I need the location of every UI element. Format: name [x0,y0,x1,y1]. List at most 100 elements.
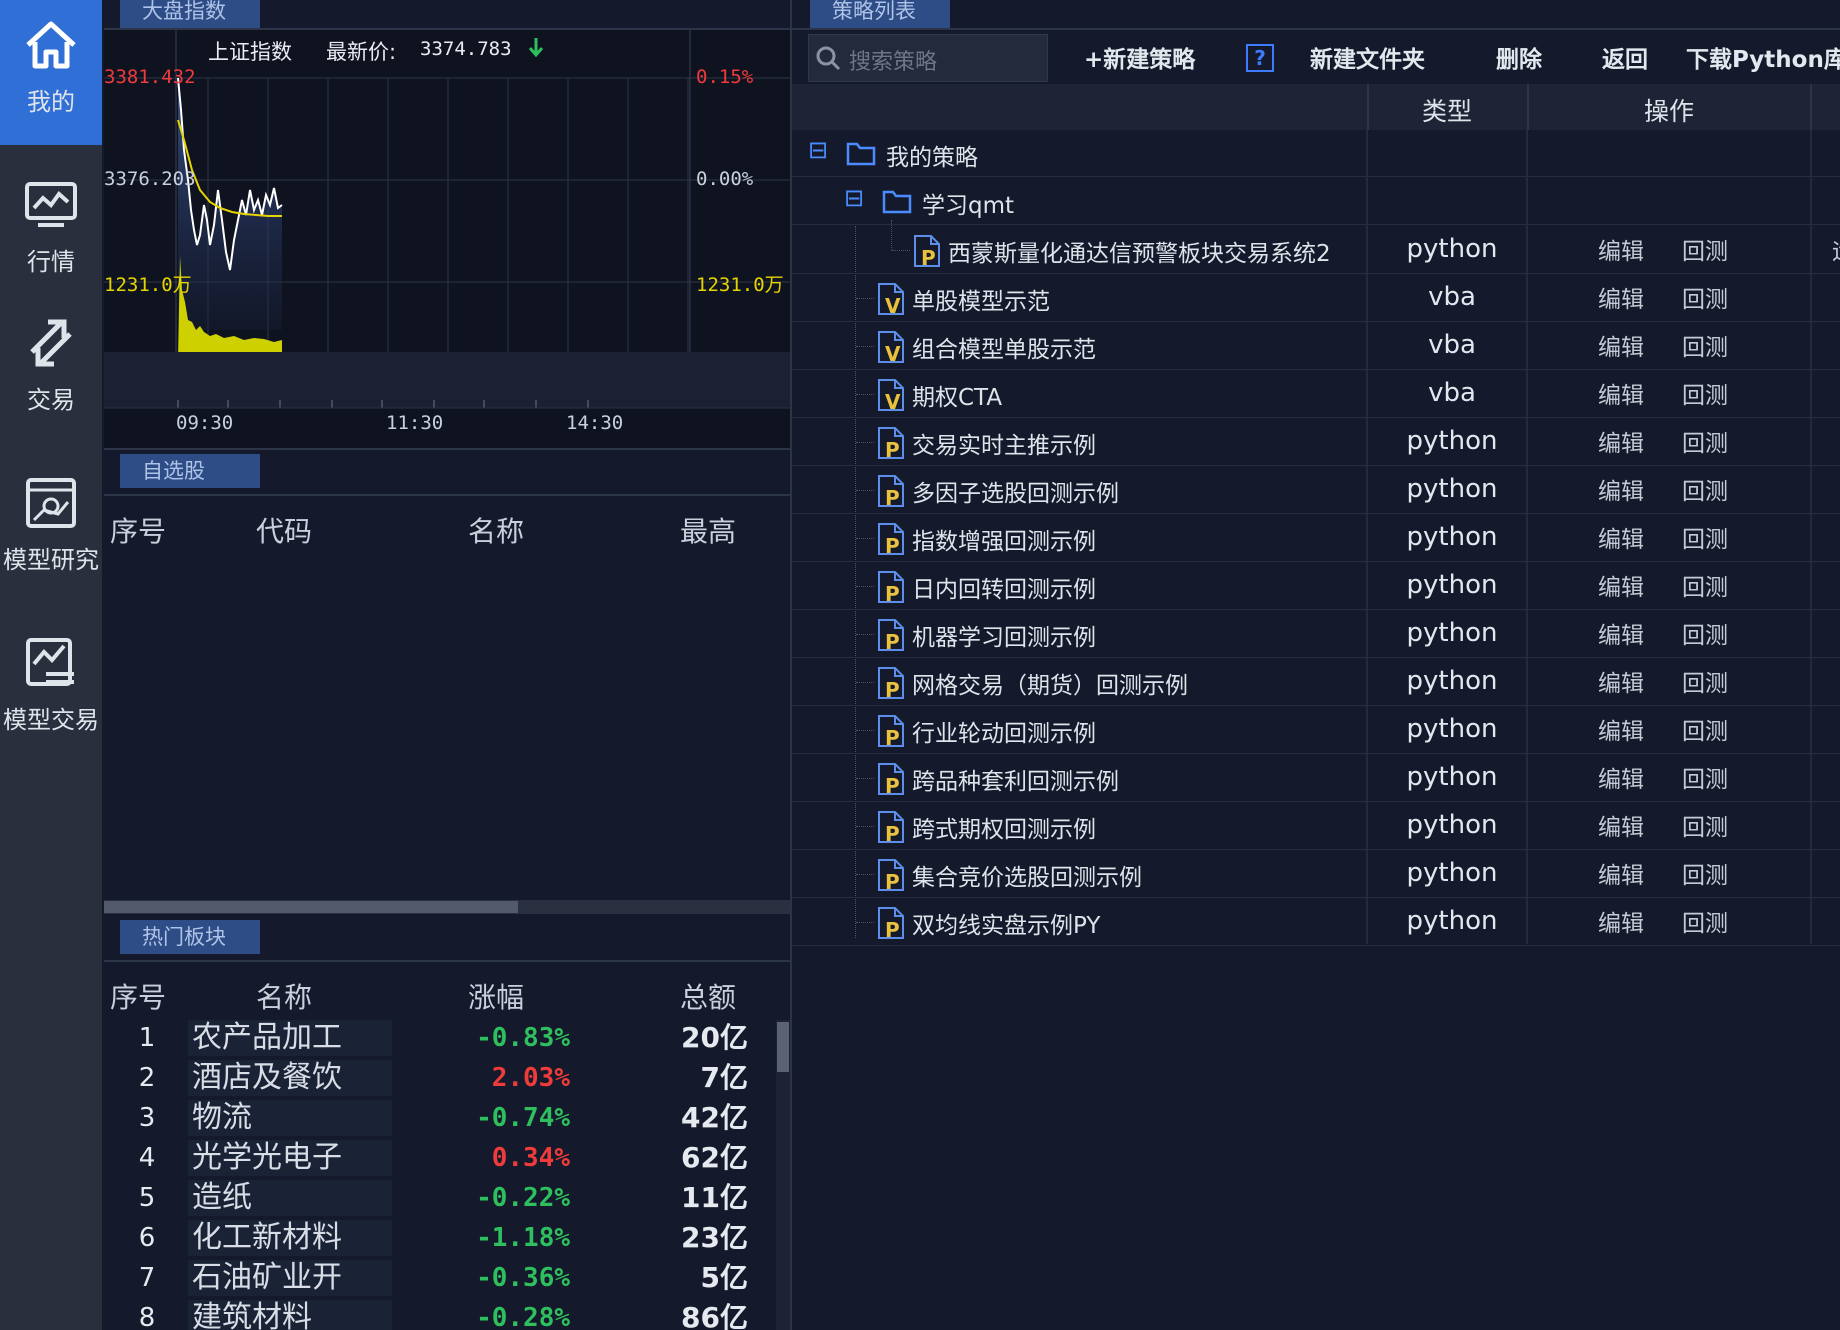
backtest-button[interactable]: 回测 [1682,424,1728,458]
index-panel-tab[interactable]: 大盘指数 [120,0,260,28]
hot-sector-amount: 23亿 [681,1221,748,1254]
edit-button[interactable]: 编辑 [1598,328,1644,362]
folder-icon [846,142,876,166]
new-folder-button[interactable]: 新建文件夹 [1310,40,1425,74]
pct-high-label: 0.15% [696,66,754,88]
svg-text:P: P [885,438,900,460]
hot-sector-name: 建筑材料 [192,1300,312,1330]
back-button[interactable]: 返回 [1602,40,1648,74]
strategy-row[interactable]: P 机器学习回测示例 python 编辑 回测 [792,610,1840,658]
edit-button[interactable]: 编辑 [1598,376,1644,410]
hot-sector-amount: 11亿 [681,1181,748,1214]
backtest-button[interactable]: 回测 [1682,568,1728,602]
strategy-name: 集合竞价选股回测示例 [912,865,1142,891]
backtest-button[interactable]: 回测 [1682,616,1728,650]
folder-row-learn-qmt[interactable]: ⊟ 学习qmt [792,178,1840,226]
svg-text:P: P [885,534,900,556]
strategy-search-box[interactable]: 搜索策略 [808,34,1048,82]
edit-button[interactable]: 编辑 [1598,232,1644,266]
watchlist-tab[interactable]: 自选股 [120,454,260,488]
edit-button[interactable]: 编辑 [1598,856,1644,890]
strategy-row[interactable]: P 双均线实盘示例PY python 编辑 回测 [792,898,1840,946]
python-file-icon: P [878,859,904,892]
strategy-row[interactable]: P 日内回转回测示例 python 编辑 回测 [792,562,1840,610]
nav-mine[interactable]: 我的 [0,0,102,145]
strategy-row[interactable]: P 多因子选股回测示例 python 编辑 回测 [792,466,1840,514]
edit-button[interactable]: 编辑 [1598,664,1644,698]
backtest-button[interactable]: 回测 [1682,856,1728,890]
hot-sector-amount: 7亿 [700,1061,748,1094]
new-strategy-button[interactable]: +新建策略 [1084,40,1195,74]
nav-market[interactable]: 行情 [0,160,102,305]
strategy-row[interactable]: V 期权CTA vba 编辑 回测 [792,370,1840,418]
strategy-row[interactable]: P 交易实时主推示例 python 编辑 回测 [792,418,1840,466]
backtest-button[interactable]: 回测 [1682,328,1728,362]
svg-text:V: V [885,294,901,316]
hot-sector-row[interactable]: 4 光学光电子 0.34% 62亿 [104,1138,790,1178]
backtest-button[interactable]: 回测 [1682,760,1728,794]
watchlist-scrollbar-track[interactable] [104,900,790,914]
strategy-row[interactable]: P 网格交易（期货）回测示例 python 编辑 回测 [792,658,1840,706]
delete-button[interactable]: 删除 [1496,40,1542,74]
strategy-row[interactable]: P 指数增强回测示例 python 编辑 回测 [792,514,1840,562]
backtest-button[interactable]: 回测 [1682,520,1728,554]
down-arrow-icon [528,38,544,58]
collapse-toggle-icon[interactable]: ⊟ [808,136,828,164]
backtest-button[interactable]: 回测 [1682,664,1728,698]
svg-text:P: P [885,582,900,604]
nav-model-research[interactable]: 模型研究 [0,458,102,603]
strategy-row[interactable]: V 组合模型单股示范 vba 编辑 回测 [792,322,1840,370]
hot-sector-row[interactable]: 5 造纸 -0.22% 11亿 [104,1178,790,1218]
edit-button[interactable]: 编辑 [1598,808,1644,842]
folder-name: 我的策略 [886,145,978,171]
help-button[interactable]: ? [1246,44,1274,72]
backtest-button[interactable]: 回测 [1682,712,1728,746]
strategy-list-tab[interactable]: 策略列表 [810,0,950,28]
edit-button[interactable]: 编辑 [1598,616,1644,650]
edit-button[interactable]: 编辑 [1598,904,1644,938]
hot-sectors-scrollbar-track[interactable] [776,1020,790,1330]
index-name: 上证指数 [208,40,292,64]
download-python-lib-button[interactable]: 下载Python库 [1686,40,1840,74]
strategy-row[interactable]: P 西蒙斯量化通达信预警板块交易系统2 python 编辑 回测 运 [792,226,1840,274]
backtest-button[interactable]: 回测 [1682,280,1728,314]
hot-sectors-tab[interactable]: 热门板块 [120,920,260,954]
folder-row-my-strategies[interactable]: ⊟ 我的策略 [792,130,1840,178]
edit-button[interactable]: 编辑 [1598,568,1644,602]
hot-sector-seq: 2 [138,1063,156,1093]
hot-sector-seq: 8 [138,1303,156,1330]
backtest-button[interactable]: 回测 [1682,808,1728,842]
divider [104,448,790,450]
hot-sector-row[interactable]: 7 石油矿业开 -0.36% 5亿 [104,1258,790,1298]
strategy-row[interactable]: P 集合竞价选股回测示例 python 编辑 回测 [792,850,1840,898]
strategy-name: 机器学习回测示例 [912,625,1096,651]
nav-model-trade[interactable]: 模型交易 [0,618,102,763]
python-file-icon: P [914,235,940,268]
hot-sector-seq: 3 [138,1103,156,1133]
edit-button[interactable]: 编辑 [1598,280,1644,314]
strategy-row[interactable]: P 跨式期权回测示例 python 编辑 回测 [792,802,1840,850]
python-file-icon: P [878,523,904,556]
hot-sectors-scrollbar-thumb[interactable] [777,1022,789,1072]
hot-sector-row[interactable]: 8 建筑材料 -0.28% 86亿 [104,1298,790,1330]
hot-sector-row[interactable]: 2 酒店及餐饮 2.03% 7亿 [104,1058,790,1098]
nav-trade[interactable]: 交易 [0,298,102,443]
hot-sector-row[interactable]: 3 物流 -0.74% 42亿 [104,1098,790,1138]
backtest-button[interactable]: 回测 [1682,376,1728,410]
hot-sector-row[interactable]: 6 化工新材料 -1.18% 23亿 [104,1218,790,1258]
strategy-row[interactable]: P 跨品种套利回测示例 python 编辑 回测 [792,754,1840,802]
watchlist-scrollbar-thumb[interactable] [104,901,518,913]
backtest-button[interactable]: 回测 [1682,904,1728,938]
edit-button[interactable]: 编辑 [1598,472,1644,506]
search-placeholder: 搜索策略 [849,50,938,75]
edit-button[interactable]: 编辑 [1598,712,1644,746]
edit-button[interactable]: 编辑 [1598,520,1644,554]
edit-button[interactable]: 编辑 [1598,760,1644,794]
collapse-toggle-icon[interactable]: ⊟ [844,184,864,212]
strategy-row[interactable]: V 单股模型示范 vba 编辑 回测 [792,274,1840,322]
backtest-button[interactable]: 回测 [1682,472,1728,506]
hot-sector-row[interactable]: 1 农产品加工 -0.83% 20亿 [104,1018,790,1058]
backtest-button[interactable]: 回测 [1682,232,1728,266]
edit-button[interactable]: 编辑 [1598,424,1644,458]
strategy-row[interactable]: P 行业轮动回测示例 python 编辑 回测 [792,706,1840,754]
